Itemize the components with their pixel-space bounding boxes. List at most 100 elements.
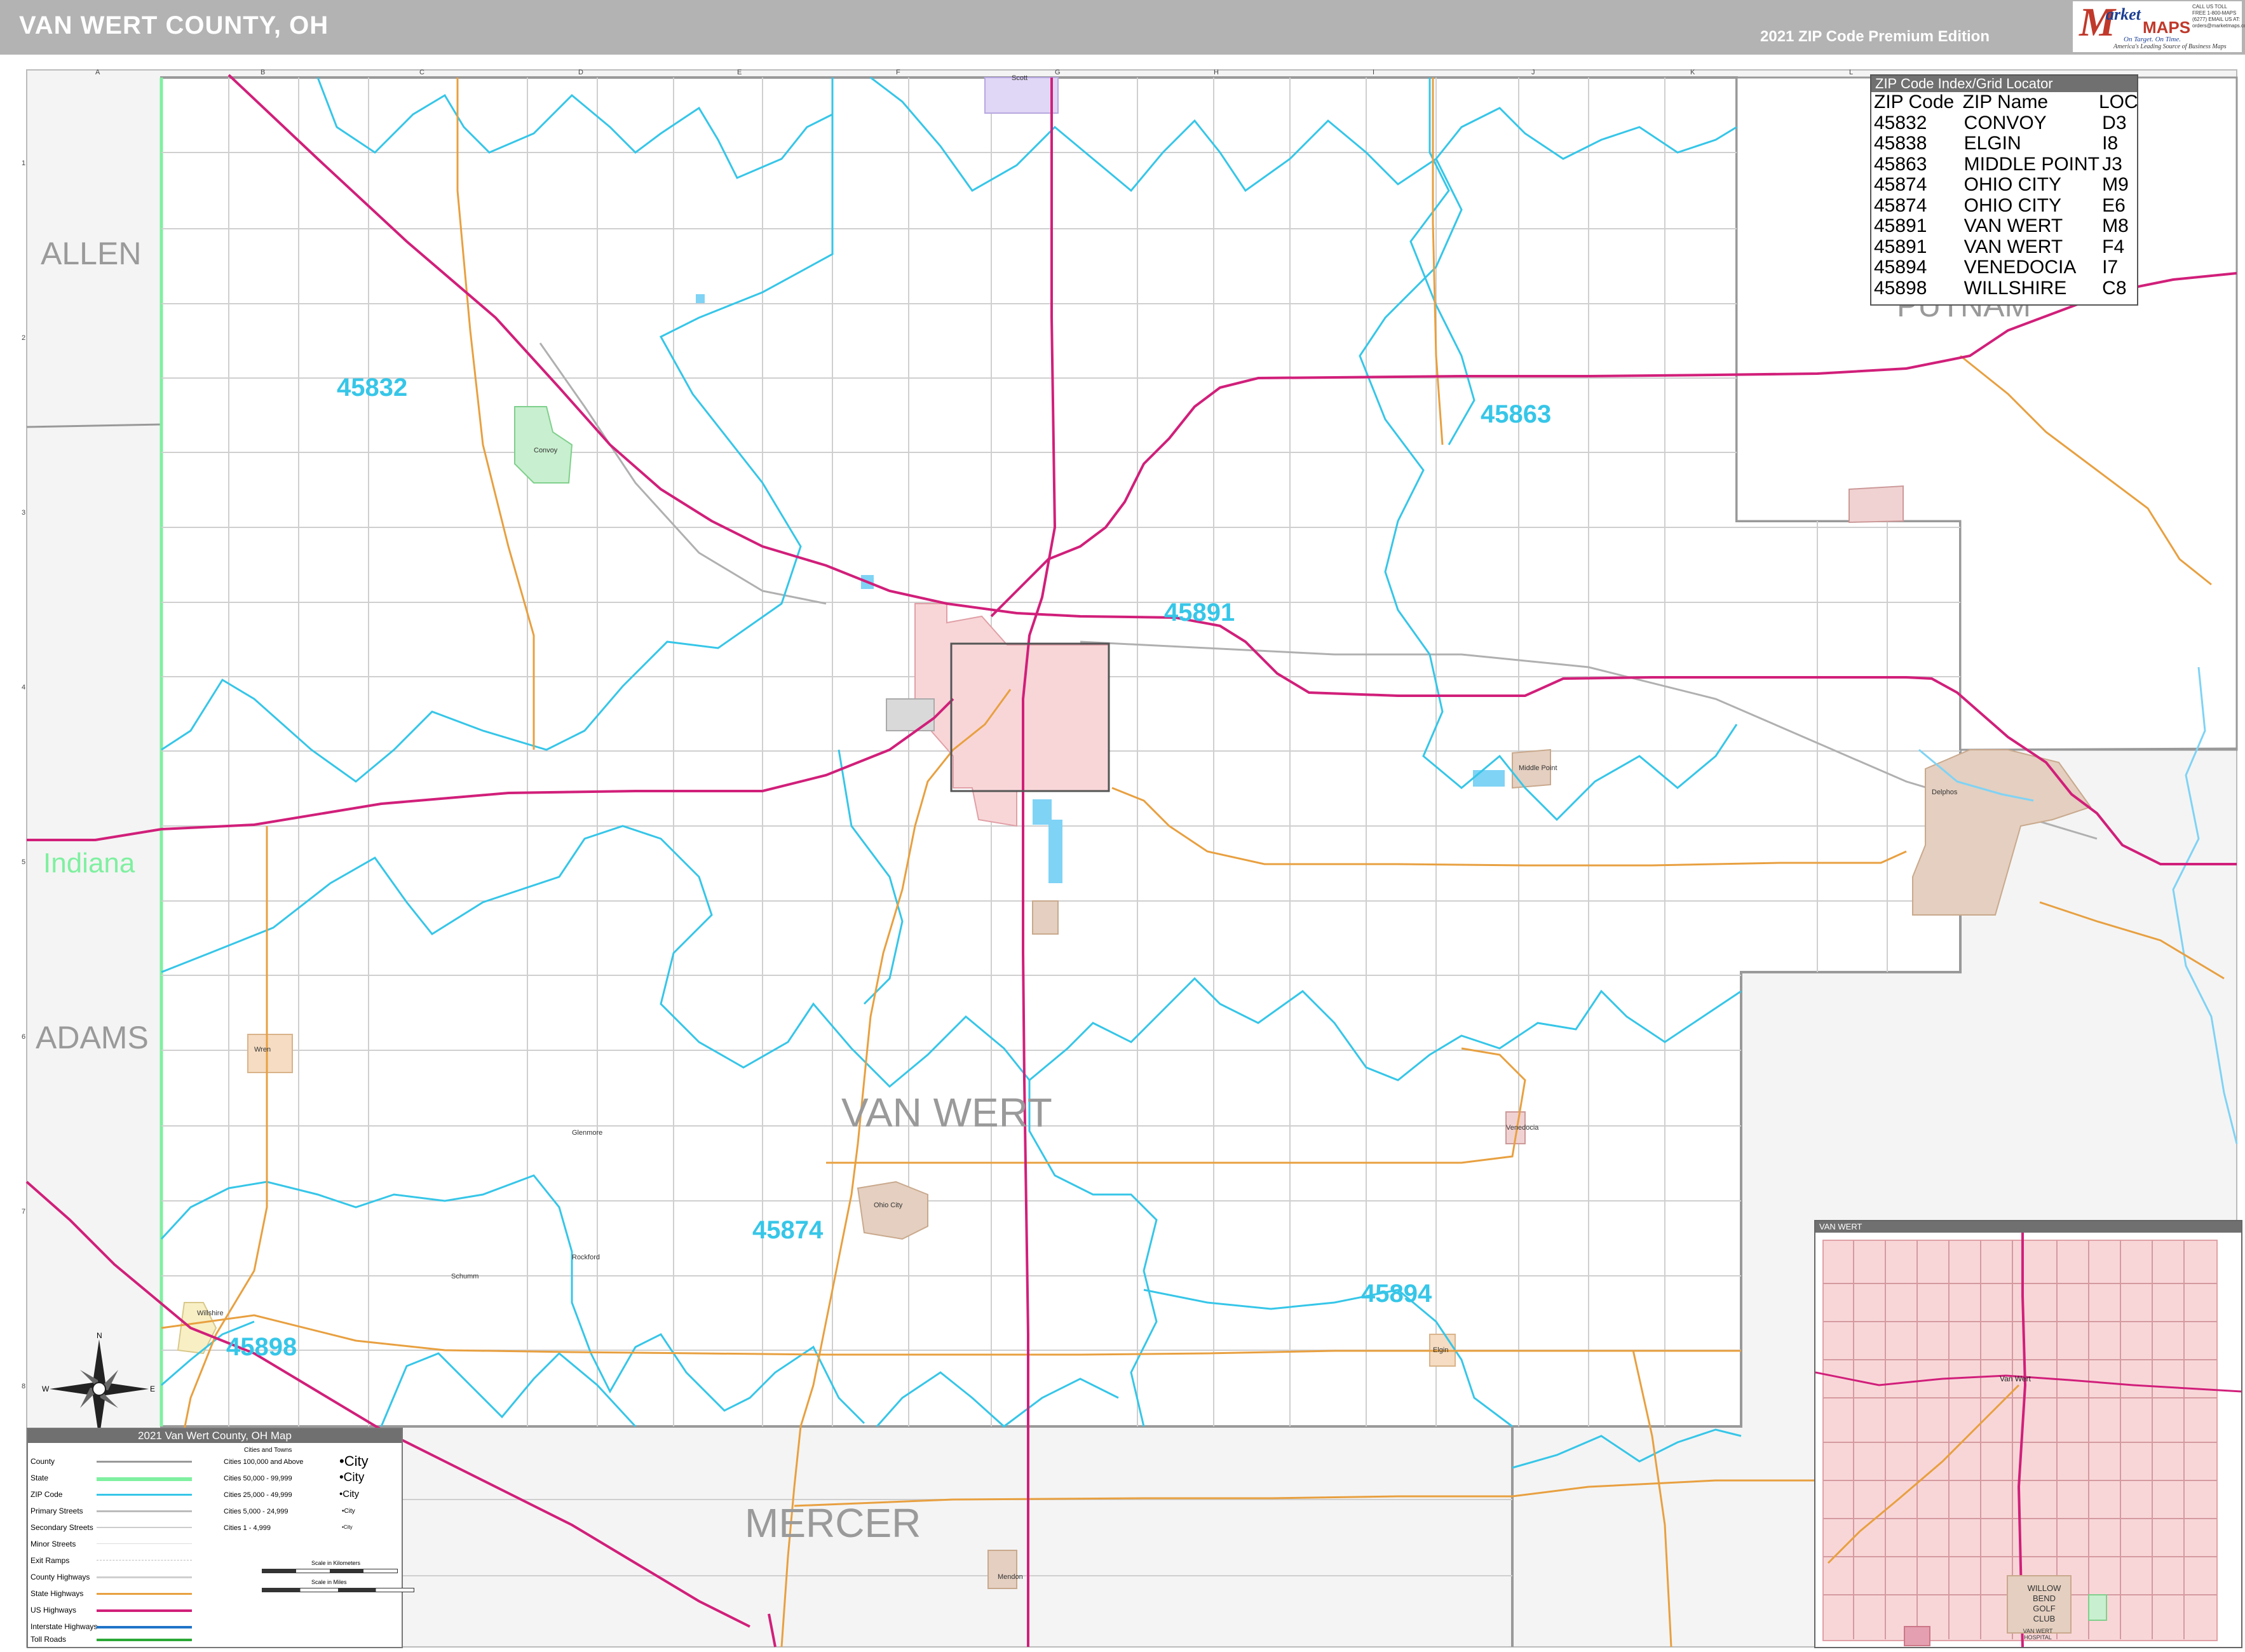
place-ohio-city: Ohio City	[874, 1202, 903, 1209]
county-label-allen: ALLEN	[41, 236, 142, 271]
table-row[interactable]: 45898 WILLSHIRE C8	[1871, 278, 2137, 299]
legend-secondary-line	[97, 1527, 192, 1528]
table-row[interactable]: 45891 VAN WERT F4	[1871, 236, 2137, 258]
inset-title: VAN WERT	[1815, 1221, 2241, 1233]
col-zip-name: ZIP Name	[1962, 91, 2049, 112]
place-wren: Wren	[254, 1046, 271, 1053]
table-row[interactable]: 45894 VENEDOCIA I7	[1871, 257, 2137, 278]
market-maps-logo[interactable]: M arket MAPS On Target. On Time. America…	[2073, 0, 2245, 52]
grid-col-h: H	[1214, 69, 1219, 76]
grid-col-k: K	[1690, 69, 1695, 76]
zip-name-cell: CONVOY	[1964, 112, 2047, 133]
table-row[interactable]: 45891 VAN WERT M8	[1871, 216, 2137, 237]
county-label-van-wert: VAN WERT	[841, 1090, 1052, 1135]
reservoir-2	[1048, 820, 1062, 883]
legend-primary-line	[97, 1510, 192, 1512]
golf-area	[1032, 900, 1059, 935]
place-willshire: Willshire	[197, 1310, 224, 1317]
legend-state-line	[97, 1477, 192, 1481]
logo-tagline: On Target. On Time.	[2124, 36, 2181, 43]
legend-county: County	[31, 1457, 55, 1466]
state-label-indiana: Indiana	[43, 848, 135, 879]
loc-cell: E6	[2102, 194, 2126, 216]
grid-row-5: 5	[22, 858, 25, 866]
place-glenmore: Glenmore	[572, 1129, 602, 1137]
grid-col-i: I	[1373, 69, 1374, 76]
zip-name-cell: WILLSHIRE	[1964, 277, 2067, 299]
compass-w: W	[42, 1385, 50, 1393]
legend-scale-km-bar	[262, 1569, 398, 1573]
place-convoy: Convoy	[534, 447, 558, 454]
legend-toll-line	[97, 1639, 192, 1641]
grid-col-l: L	[1849, 69, 1853, 76]
table-row[interactable]: 45838 ELGIN I8	[1871, 133, 2137, 154]
logo-maps: MAPS	[2143, 18, 2191, 37]
zip-code-cell: 45891	[1874, 215, 1927, 236]
grid-row-4: 4	[22, 684, 25, 691]
scott-town-area	[984, 77, 1059, 114]
loc-cell: C8	[2102, 277, 2127, 299]
col-zip-code: ZIP Code	[1874, 91, 1955, 112]
grid-col-d: D	[578, 69, 583, 76]
van-wert-city-inset[interactable]: VAN WERT Van Wert WILLOW BEND GOLF CLUB …	[1814, 1220, 2242, 1648]
logo-market: arket	[2106, 5, 2141, 24]
legend-zip-code: ZIP Code	[31, 1490, 63, 1499]
inset-block	[1904, 1626, 1930, 1646]
grid-col-a: A	[95, 69, 100, 76]
place-venedocia: Venedocia	[1506, 1124, 1539, 1132]
legend-us-hwy-line	[97, 1609, 192, 1612]
wren-town-area	[247, 1034, 293, 1073]
table-row[interactable]: 45832 CONVOY D3	[1871, 112, 2137, 134]
county-label-mercer: MERCER	[745, 1500, 921, 1546]
legend-county-line	[97, 1461, 192, 1463]
zip-index-table: ZIP Code Index/Grid Locator ZIP Code ZIP…	[1870, 74, 2138, 306]
zip-code-cell: 45832	[1874, 112, 1927, 133]
legend-city-sample-2: •City	[339, 1471, 365, 1484]
grid-row-6: 6	[22, 1033, 25, 1041]
zip-code-cell: 45863	[1874, 153, 1927, 175]
logo-tagline-2: America's Leading Source of Business Map…	[2113, 43, 2227, 50]
loc-cell: M9	[2102, 174, 2129, 195]
reservoir-3	[1473, 770, 1505, 787]
grid-col-b: B	[261, 69, 265, 76]
legend-state-hwy-line	[97, 1593, 192, 1595]
place-schumm: Schumm	[451, 1273, 478, 1280]
legend-state: State	[31, 1473, 49, 1482]
mendon-town-area	[987, 1550, 1017, 1589]
place-middle-point: Middle Point	[1519, 764, 1557, 772]
zip-label-45891: 45891	[1164, 599, 1235, 626]
legend-county-highways: County Highways	[31, 1573, 90, 1581]
place-mendon: Mendon	[998, 1573, 1023, 1581]
grid-col-e: E	[737, 69, 742, 76]
ohio-city-town-area	[857, 1181, 928, 1240]
loc-cell: M8	[2102, 215, 2129, 236]
zip-name-cell: ELGIN	[1964, 133, 2021, 154]
zip-name-cell: MIDDLE POINT	[1964, 153, 2100, 175]
table-row[interactable]: 45874 OHIO CITY E6	[1871, 194, 2137, 217]
legend-cities-header: Cities and Towns	[244, 1447, 292, 1454]
legend-county-hwy-line	[97, 1576, 192, 1578]
grid-row-2: 2	[22, 334, 25, 342]
legend-city-sample-3: •City	[339, 1489, 360, 1500]
zip-label-45894: 45894	[1361, 1280, 1432, 1308]
zip-index-header: ZIP Code ZIP Name LOC	[1871, 91, 2138, 113]
zip-label-45874: 45874	[752, 1216, 824, 1244]
zip-code-cell: 45874	[1874, 174, 1927, 195]
zip-label-45898: 45898	[226, 1333, 297, 1361]
inset-golf-label: WILLOW BEND GOLF CLUB	[2027, 1583, 2061, 1623]
zip-code-cell: 45891	[1874, 236, 1927, 257]
zip-name-cell: VAN WERT	[1964, 236, 2063, 257]
header-bar: VAN WERT COUNTY, OH 2021 ZIP Code Premiu…	[0, 0, 2245, 55]
grid-row-3: 3	[22, 509, 25, 517]
legend-us-highways: US Highways	[31, 1606, 77, 1615]
legend-scale-mi-bar	[262, 1588, 414, 1592]
legend-scale-km: Scale in Kilometers	[311, 1560, 361, 1566]
table-row[interactable]: 45874 OHIO CITY M9	[1871, 175, 2137, 196]
place-elgin: Elgin	[1433, 1346, 1448, 1354]
legend-city-sample-1: •City	[339, 1453, 369, 1469]
loc-cell: F4	[2102, 236, 2125, 257]
legend-toll-roads: Toll Roads	[31, 1635, 67, 1644]
inset-park	[2088, 1594, 2107, 1621]
zip-code-cell: 45838	[1874, 133, 1927, 154]
table-row[interactable]: 45863 MIDDLE POINT J3	[1871, 154, 2137, 175]
